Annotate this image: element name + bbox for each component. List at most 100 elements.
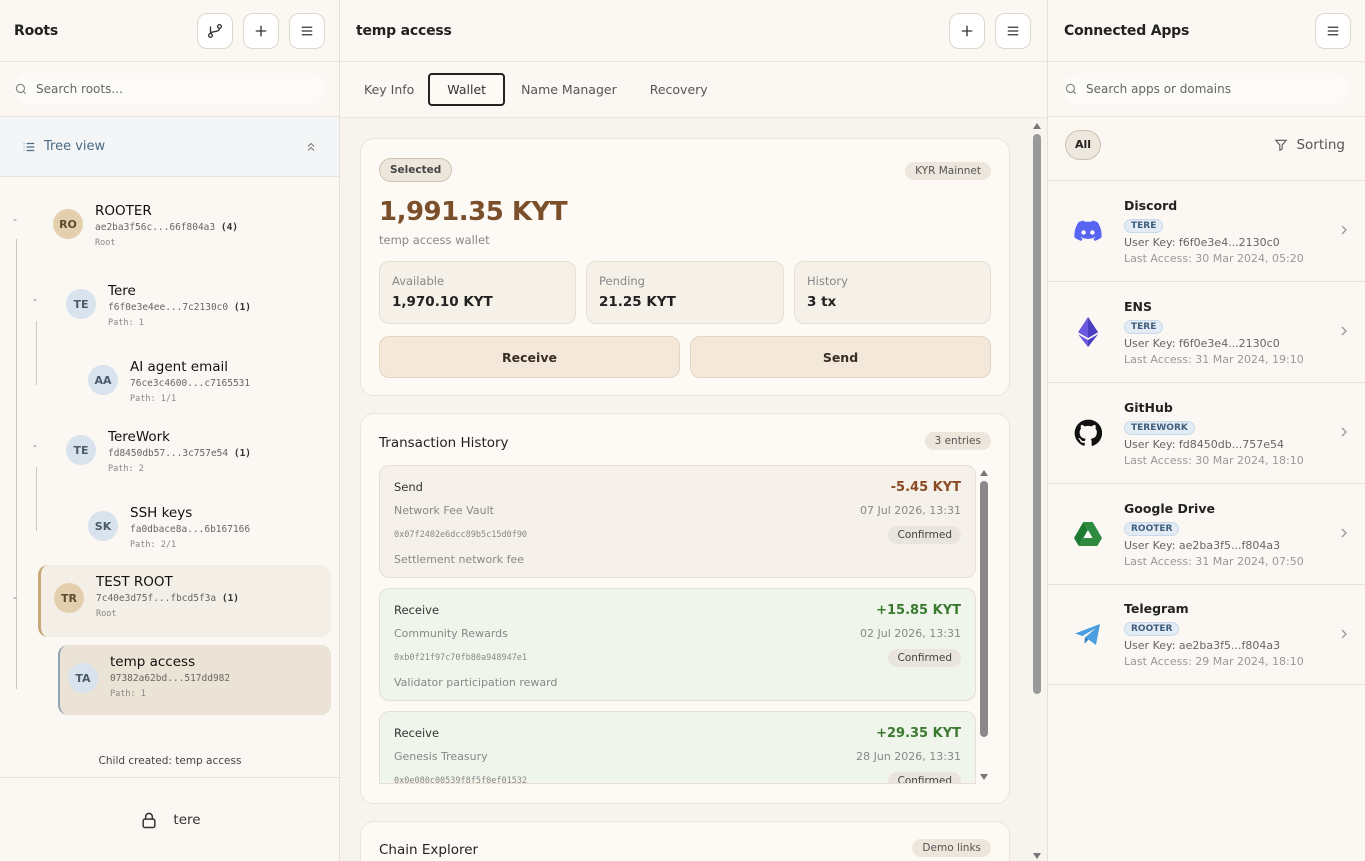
stat-value: 3 tx <box>807 294 837 310</box>
stat-value: 21.25 KYT <box>599 294 676 310</box>
node-key: fa0dbace8a...6b167166 <box>130 524 251 535</box>
stat-history: History 3 tx <box>794 261 991 324</box>
app-user-key: User Key: f6f0e3e4...2130c0 <box>1124 336 1280 350</box>
avatar: TA <box>68 663 98 693</box>
app-name: Google Drive <box>1124 500 1215 516</box>
stat-available: Available 1,970.10 KYT <box>379 261 576 324</box>
tab-key-info[interactable]: Key Info <box>364 74 414 105</box>
chevron-right-icon <box>1341 225 1347 235</box>
node-name: temp access <box>110 654 196 670</box>
filter-icon <box>1275 139 1288 151</box>
tx-party: Network Fee Vault <box>394 504 494 517</box>
node-name: Tere <box>108 283 136 299</box>
app-user-key: User Key: ae2ba3f5...f804a3 <box>1124 538 1281 552</box>
tree-node-rooter[interactable]: RO ROOTER ae2ba3f56c...66f804a3 (4) Root <box>40 195 330 255</box>
lock-button[interactable]: tere <box>0 777 340 861</box>
transaction-item[interactable]: Receive +15.85 KYT Community Rewards 02 Ju… <box>379 588 976 701</box>
root-tree: - - - - RO ROOTER ae2ba3f56c...66f804a3 … <box>0 177 339 777</box>
stat-value: 1,970.10 KYT <box>392 294 493 310</box>
tx-hash: 0x0e080c00539f8f5f0ef01532 <box>394 776 528 784</box>
scroll-down-icon[interactable] <box>1032 852 1042 860</box>
apps-search-input[interactable]: Search apps or domains <box>1064 73 1349 105</box>
tab-wallet[interactable]: Wallet <box>428 73 506 106</box>
node-count: (1) <box>221 593 240 604</box>
explorer-badge: Demo links <box>912 839 991 857</box>
detail-scroll: Selected KYR Mainnet 1,991.35 KYT temp a… <box>340 118 1047 861</box>
stat-pending: Pending 21.25 KYT <box>586 261 784 324</box>
app-item-discord[interactable]: Discord TERE User Key: f6f0e3e4...2130c0… <box>1048 180 1365 281</box>
apps-menu-button[interactable] <box>1315 12 1351 49</box>
tree-view-toggle[interactable]: Tree view <box>0 117 339 177</box>
tab-name-manager[interactable]: Name Manager <box>521 74 617 105</box>
scroll-down-icon[interactable] <box>979 773 989 781</box>
add-root-button[interactable] <box>243 12 279 49</box>
app-name: GitHub <box>1124 399 1173 415</box>
send-button[interactable]: Send <box>690 336 991 378</box>
app-root-tag: TEREWORK <box>1124 420 1195 435</box>
tx-hash: 0x07f2402e6dcc89b5c15d0f90 <box>394 530 528 540</box>
node-path: Root <box>96 609 117 619</box>
transaction-item[interactable]: Send -5.45 KYT Network Fee Vault 07 Jul 20… <box>379 465 976 578</box>
receive-button[interactable]: Receive <box>379 336 680 378</box>
node-count: (4) <box>220 222 239 233</box>
node-name: ROOTER <box>95 203 152 219</box>
app-last-access: Last Access: 30 Mar 2024, 05:20 <box>1124 251 1304 265</box>
app-root-tag: ROOTER <box>1124 521 1180 536</box>
tree-node-ssh-keys[interactable]: SK SSH keys fa0dbace8a...6b167166 Path: … <box>75 497 330 557</box>
node-path: Path: 1/1 <box>130 394 177 404</box>
branch-button[interactable] <box>197 12 233 49</box>
tx-date: 28 Jun 2026, 13:31 <box>856 750 961 763</box>
google-drive-icon <box>1068 514 1108 554</box>
lock-icon <box>142 812 156 828</box>
avatar: SK <box>88 511 118 541</box>
tx-memo: Settlement network fee <box>394 553 525 566</box>
node-key: 7c40e3d75f...fbcd5f3a <box>96 593 217 604</box>
app-item-github[interactable]: GitHub TEREWORK User Key: fd8450db...757… <box>1048 382 1365 483</box>
stat-label: Available <box>392 274 445 288</box>
tree-node-terework[interactable]: TE TereWork fd8450db57...3c757e54 (1) Pa… <box>53 421 330 481</box>
app-item-ens[interactable]: ENS TERE User Key: f6f0e3e4...2130c0 Las… <box>1048 281 1365 382</box>
detail-menu-button[interactable] <box>995 12 1031 49</box>
tx-type: Send <box>394 480 423 494</box>
detail-title: temp access <box>356 22 452 39</box>
history-scrollbar[interactable] <box>980 481 988 737</box>
selected-badge: Selected <box>379 158 453 182</box>
sorting-button[interactable]: Sorting <box>1274 137 1345 153</box>
user-label: tere <box>173 811 201 828</box>
add-child-button[interactable] <box>949 12 985 49</box>
wallet-label: temp access wallet <box>379 233 490 247</box>
apps-search-placeholder: Search apps or domains <box>1086 82 1231 96</box>
stat-label: Pending <box>599 274 645 288</box>
detail-scrollbar[interactable] <box>1033 134 1041 694</box>
tree-node-temp-access[interactable]: TA temp access 07382a62bd...517dd982 Pat… <box>58 645 331 715</box>
apps-search: Search apps or domains <box>1048 62 1365 117</box>
tree-node-tere[interactable]: TE Tere f6f0e3e4ee...7c2130c0 (1) Path: … <box>53 275 330 335</box>
filter-all-button[interactable]: All <box>1065 129 1101 160</box>
tab-recovery[interactable]: Recovery <box>650 74 708 105</box>
roots-header: Roots <box>0 0 339 62</box>
node-name: SSH keys <box>130 505 193 521</box>
search-icon <box>15 83 27 95</box>
menu-icon <box>1007 26 1019 35</box>
roots-title: Roots <box>14 22 59 39</box>
scroll-up-icon[interactable] <box>1032 122 1042 130</box>
roots-search-placeholder: Search roots... <box>36 82 123 96</box>
tree-node-test-root[interactable]: TR TEST ROOT 7c40e3d75f...fbcd5f3a (1) R… <box>38 565 331 637</box>
roots-menu-button[interactable] <box>289 12 325 49</box>
apps-list: Discord TERE User Key: f6f0e3e4...2130c0… <box>1048 180 1365 685</box>
app-item-google-drive[interactable]: Google Drive ROOTER User Key: ae2ba3f5..… <box>1048 483 1365 584</box>
scroll-up-icon[interactable] <box>979 469 989 477</box>
app-item-telegram[interactable]: Telegram ROOTER User Key: ae2ba3f5...f80… <box>1048 584 1365 685</box>
avatar: RO <box>53 209 83 239</box>
sorting-label: Sorting <box>1296 136 1345 153</box>
menu-icon <box>301 26 313 35</box>
ethereum-icon <box>1068 312 1108 352</box>
transaction-item[interactable]: Receive +29.35 KYT Genesis Treasury 28 Jun… <box>379 711 976 784</box>
chevrons-up-icon <box>307 142 315 151</box>
tree-node-ai-agent-email[interactable]: AA AI agent email 76ce3c4600...c7165531 … <box>75 351 330 411</box>
roots-search-input[interactable]: Search roots... <box>14 73 325 105</box>
tx-amount: +15.85 KYT <box>876 603 961 618</box>
wallet-balance: 1,991.35 KYT <box>379 197 568 227</box>
app-name: ENS <box>1124 298 1153 314</box>
tx-party: Community Rewards <box>394 627 508 640</box>
